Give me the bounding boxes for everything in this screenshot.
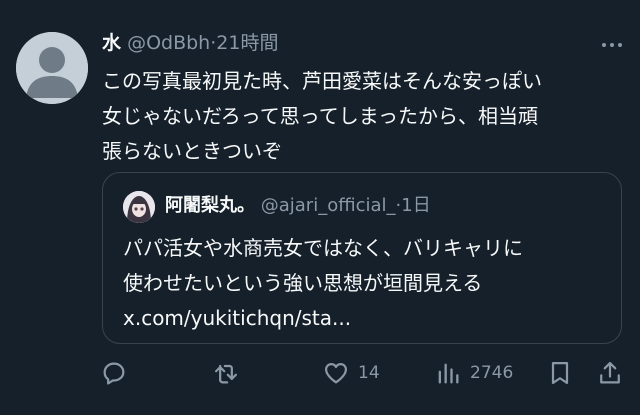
- quoted-text-line: パパ活女や水商売女ではなく、バリキャリに: [123, 236, 523, 260]
- quoted-display-name[interactable]: 阿闍梨丸。: [165, 195, 255, 216]
- quoted-timestamp[interactable]: 1日: [401, 195, 430, 216]
- reply-icon: [103, 362, 125, 385]
- display-name[interactable]: 水: [102, 32, 121, 54]
- reply-button[interactable]: [100, 355, 128, 391]
- quoted-text: パパ活女や水商売女ではなく、バリキャリに 使わせたいという強い思想が垣間見える …: [123, 231, 603, 336]
- views-count: 2746: [470, 363, 514, 383]
- heart-icon: [324, 363, 348, 384]
- quoted-text-line: 使わせたいという強い思想が垣間見える: [123, 271, 483, 295]
- quoted-avatar[interactable]: [123, 191, 155, 223]
- more-options-icon[interactable]: [600, 36, 624, 54]
- quoted-tweet[interactable]: 阿闍梨丸。 @ajari_official_·1日 パパ活女や水商売女ではなく、…: [102, 172, 622, 344]
- tweet-text-line: 張らないときついぞ: [102, 139, 282, 163]
- retweet-button[interactable]: [212, 355, 240, 391]
- user-handle[interactable]: @OdBbh: [127, 32, 210, 54]
- like-count: 14: [358, 363, 380, 383]
- quoted-header: 阿闍梨丸。 @ajari_official_·1日: [165, 193, 431, 219]
- share-icon: [600, 361, 620, 384]
- tweet-text: この写真最初見た時、芦田愛菜はそんな安っぽい 女じゃないだろって思ってしまったか…: [102, 64, 622, 169]
- like-button[interactable]: 14: [322, 355, 380, 391]
- retweet-icon: [214, 364, 238, 384]
- views-icon: [438, 363, 459, 384]
- action-bar: 14 2746: [100, 355, 624, 391]
- bookmark-button[interactable]: [546, 355, 574, 391]
- views-button[interactable]: 2746: [434, 355, 513, 391]
- tweet-header: 水 @OdBbh·21時間: [102, 30, 278, 56]
- tweet-text-line: 女じゃないだろって思ってしまったから、相当頑: [102, 104, 538, 128]
- quoted-user-handle[interactable]: @ajari_official_: [261, 195, 396, 216]
- quoted-link[interactable]: x.com/yukitichqn/sta...: [123, 301, 603, 336]
- quoted-avatar-icon: [123, 191, 155, 223]
- avatar[interactable]: [16, 32, 88, 104]
- tweet-text-line: この写真最初見た時、芦田愛菜はそんな安っぽい: [102, 69, 542, 93]
- tweet[interactable]: 水 @OdBbh·21時間 この写真最初見た時、芦田愛菜はそんな安っぽい 女じゃ…: [0, 0, 640, 415]
- bookmark-icon: [551, 361, 569, 385]
- default-avatar-icon: [16, 32, 88, 104]
- timestamp[interactable]: 21時間: [216, 32, 278, 54]
- share-button[interactable]: [596, 355, 624, 391]
